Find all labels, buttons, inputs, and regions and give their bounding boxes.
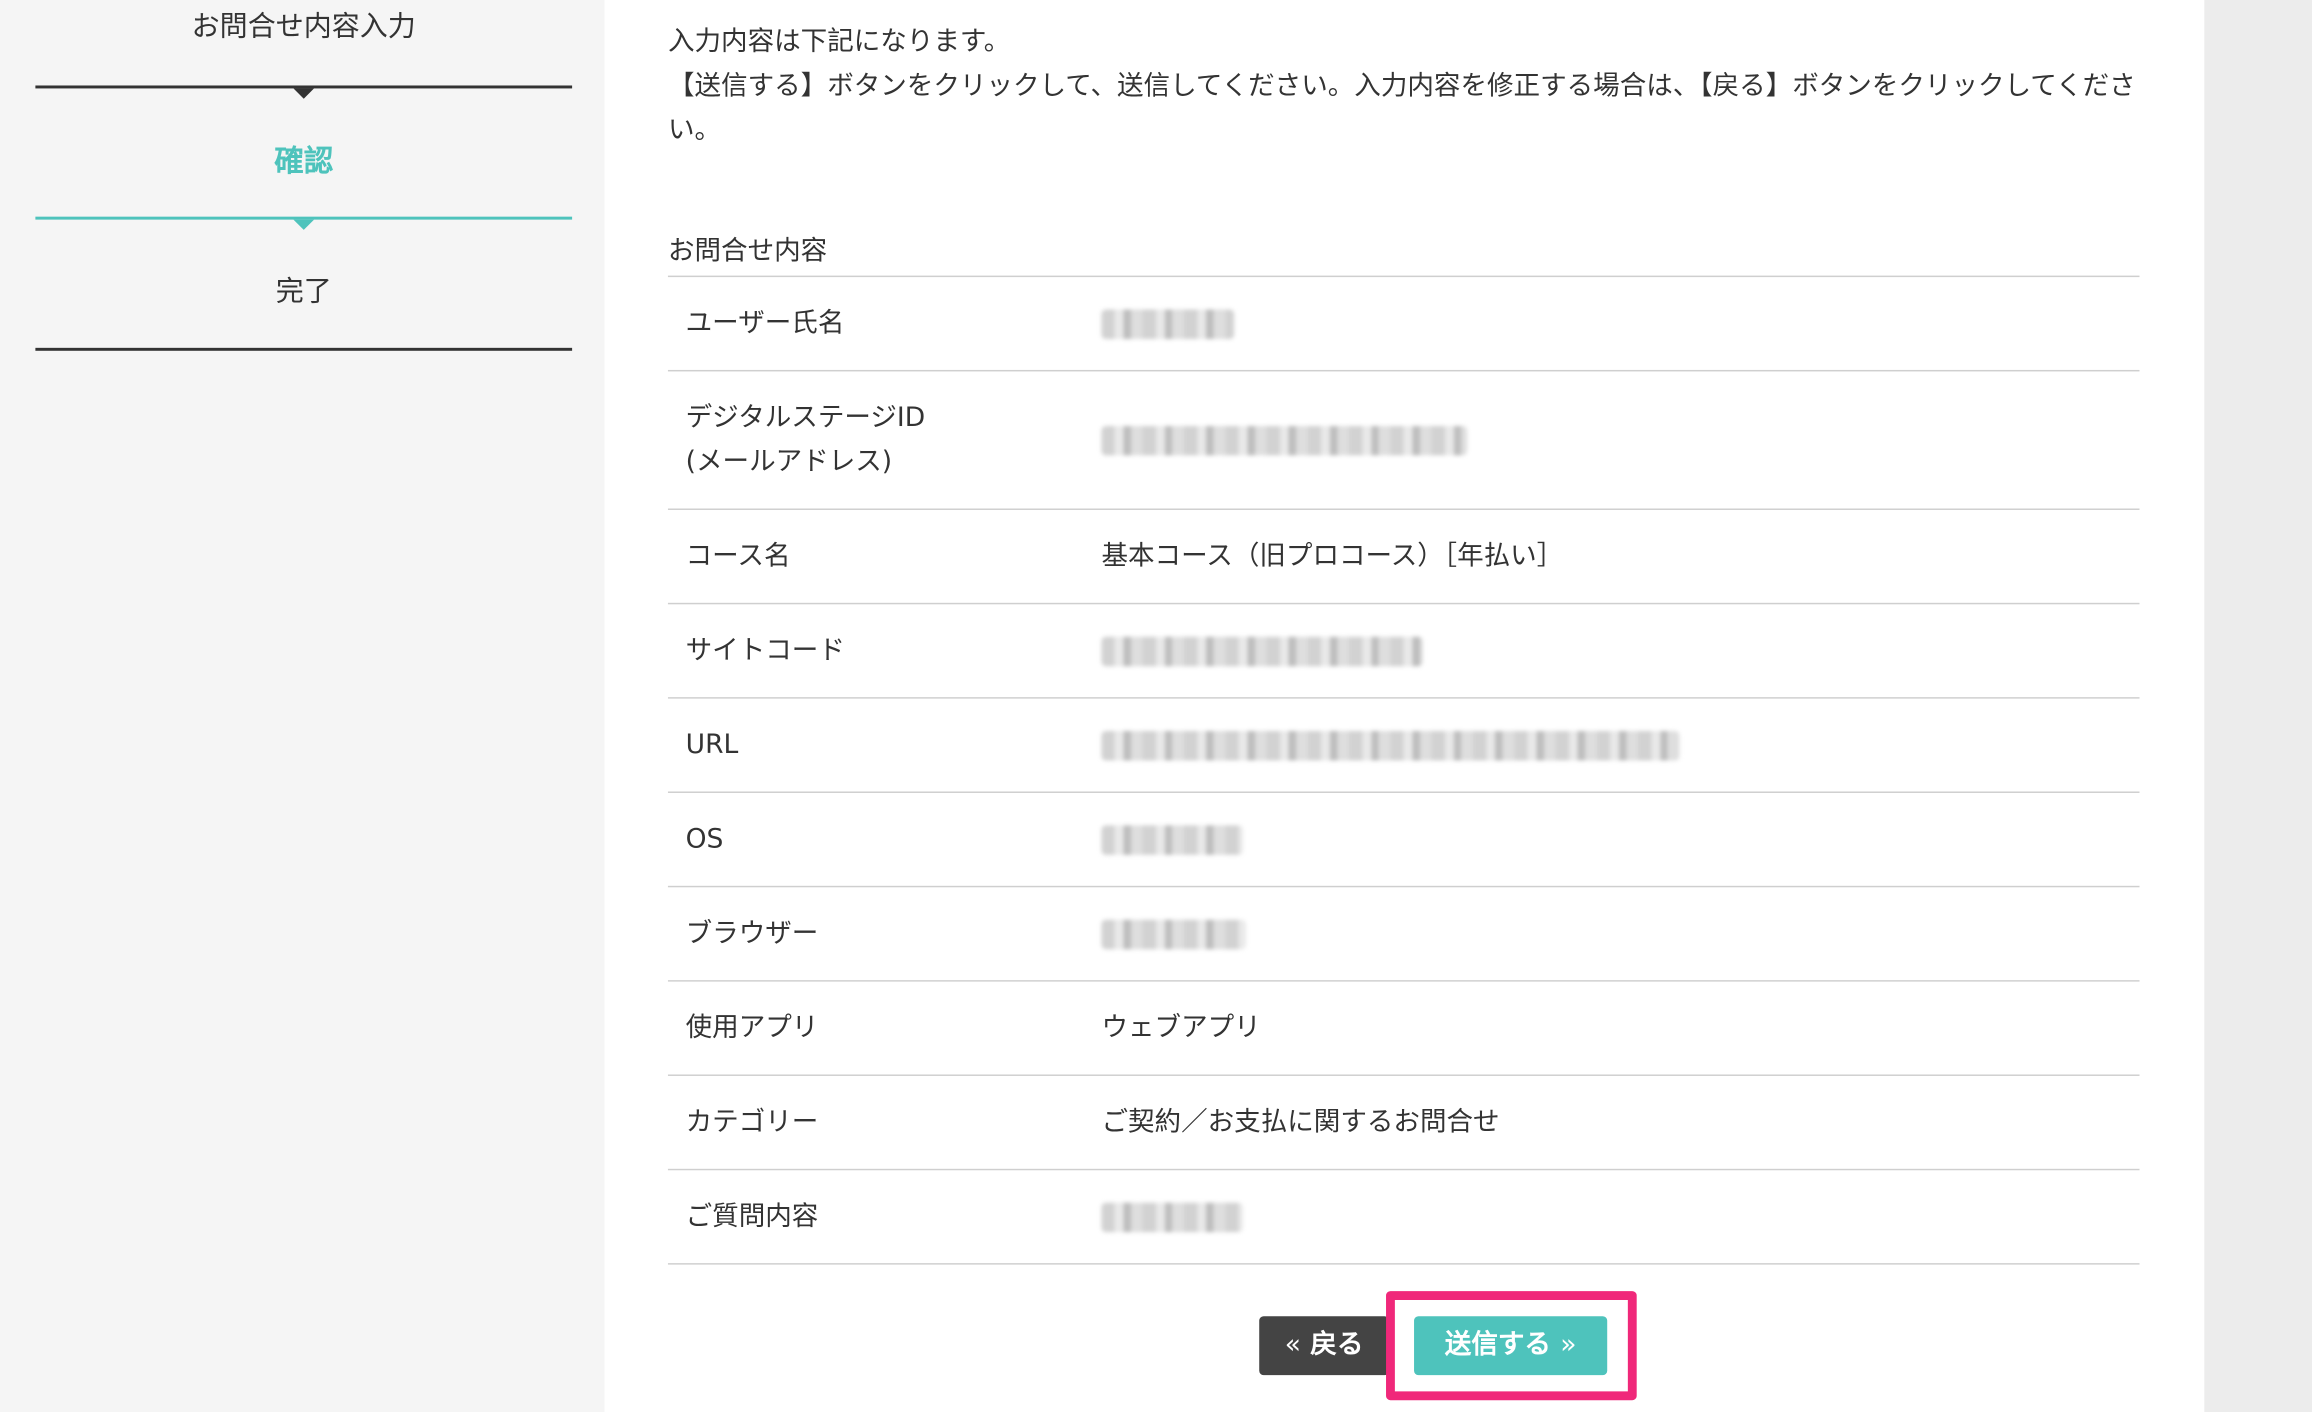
redacted-value bbox=[1101, 730, 1680, 760]
table-row-site-code: サイトコード bbox=[667, 604, 2140, 699]
row-value bbox=[1101, 723, 2139, 767]
step-arrow-down-icon bbox=[293, 219, 315, 230]
row-label: URL bbox=[685, 728, 739, 760]
redacted-value bbox=[1101, 824, 1244, 855]
row-value bbox=[1101, 912, 2139, 956]
table-row-user-name: ユーザー氏名 bbox=[667, 277, 2140, 372]
row-value bbox=[1101, 629, 2139, 673]
row-value bbox=[1101, 817, 2139, 861]
table-row-url: URL bbox=[667, 699, 2140, 793]
send-button[interactable]: 送信する » bbox=[1414, 1316, 1608, 1376]
double-chevron-right-icon: » bbox=[1560, 1329, 1577, 1361]
redacted-value bbox=[1101, 918, 1246, 949]
row-label: OS bbox=[685, 823, 724, 855]
row-label-line: (メールアドレス) bbox=[685, 445, 893, 477]
row-value bbox=[1101, 301, 2139, 345]
intro-line: 【送信する】ボタンをクリックして、送信してください。入力内容を修正する場合は、【… bbox=[667, 70, 2136, 146]
section-title: お問合せ内容 bbox=[667, 235, 828, 267]
row-label: ご質問内容 bbox=[685, 1200, 819, 1232]
page: お問合せ内容入力 確認 完了 入力内容は下記になります。 【送信する】ボタンをク… bbox=[0, 0, 2312, 1412]
step-input: お問合せ内容入力 bbox=[35, 0, 573, 99]
intro-text: 入力内容は下記になります。 【送信する】ボタンをクリックして、送信してください。… bbox=[668, 21, 2143, 154]
row-label: コース名 bbox=[685, 540, 791, 572]
step-confirm-current: 確認 bbox=[35, 131, 573, 230]
back-button-label: 戻る bbox=[1310, 1329, 1364, 1361]
table-row-course: コース名 基本コース（旧プロコース）［年払い］ bbox=[667, 510, 2140, 605]
confirmation-panel: 入力内容は下記になります。 【送信する】ボタンをクリックして、送信してください。… bbox=[604, 0, 2205, 1412]
step-sidebar: お問合せ内容入力 確認 完了 bbox=[0, 0, 605, 1412]
back-button[interactable]: « 戻る bbox=[1259, 1316, 1389, 1376]
table-row-os: OS bbox=[667, 793, 2140, 888]
row-value: ウェブアプリ bbox=[1101, 1011, 1261, 1043]
step-arrow-down-icon bbox=[293, 88, 315, 99]
page-gutter bbox=[2204, 0, 2312, 1412]
confirmation-table: ユーザー氏名 デジタルステージID (メールアドレス) コース名 基本コース（旧… bbox=[667, 275, 2140, 1265]
step-confirm-label: 確認 bbox=[274, 142, 334, 179]
table-row-app: 使用アプリ ウェブアプリ bbox=[667, 982, 2140, 1076]
row-value: 基本コース（旧プロコース）［年払い］ bbox=[1101, 540, 1564, 572]
redacted-value bbox=[1101, 635, 1423, 666]
table-row-browser: ブラウザー bbox=[667, 887, 2140, 982]
row-label: 使用アプリ bbox=[685, 1011, 819, 1043]
redacted-value bbox=[1101, 1201, 1244, 1232]
step-divider bbox=[35, 347, 573, 351]
table-row-digital-stage-id: デジタルステージID (メールアドレス) bbox=[667, 371, 2140, 510]
step-done-label: 完了 bbox=[275, 275, 332, 309]
redacted-value bbox=[1101, 308, 1235, 339]
row-label: ブラウザー bbox=[685, 917, 819, 949]
row-label: カテゴリー bbox=[685, 1106, 819, 1138]
send-button-label: 送信する bbox=[1444, 1329, 1551, 1361]
intro-line: 入力内容は下記になります。 bbox=[667, 26, 1011, 58]
table-row-category: カテゴリー ご契約／お支払に関するお問合せ bbox=[667, 1076, 2140, 1171]
row-label: デジタルステージID (メールアドレス) bbox=[668, 396, 1102, 484]
step-input-label: お問合せ内容入力 bbox=[191, 10, 416, 43]
step-done: 完了 bbox=[35, 262, 573, 351]
row-label: ユーザー氏名 bbox=[685, 307, 845, 339]
row-value bbox=[1101, 1195, 2139, 1239]
row-label: サイトコード bbox=[685, 634, 845, 666]
row-value: ご契約／お支払に関するお問合せ bbox=[1101, 1106, 1500, 1138]
table-row-question: ご質問内容 bbox=[667, 1170, 2140, 1265]
row-value bbox=[1101, 418, 2139, 462]
row-label-line: デジタルステージID bbox=[685, 401, 926, 433]
double-chevron-left-icon: « bbox=[1284, 1329, 1302, 1361]
redacted-value bbox=[1101, 425, 1468, 455]
